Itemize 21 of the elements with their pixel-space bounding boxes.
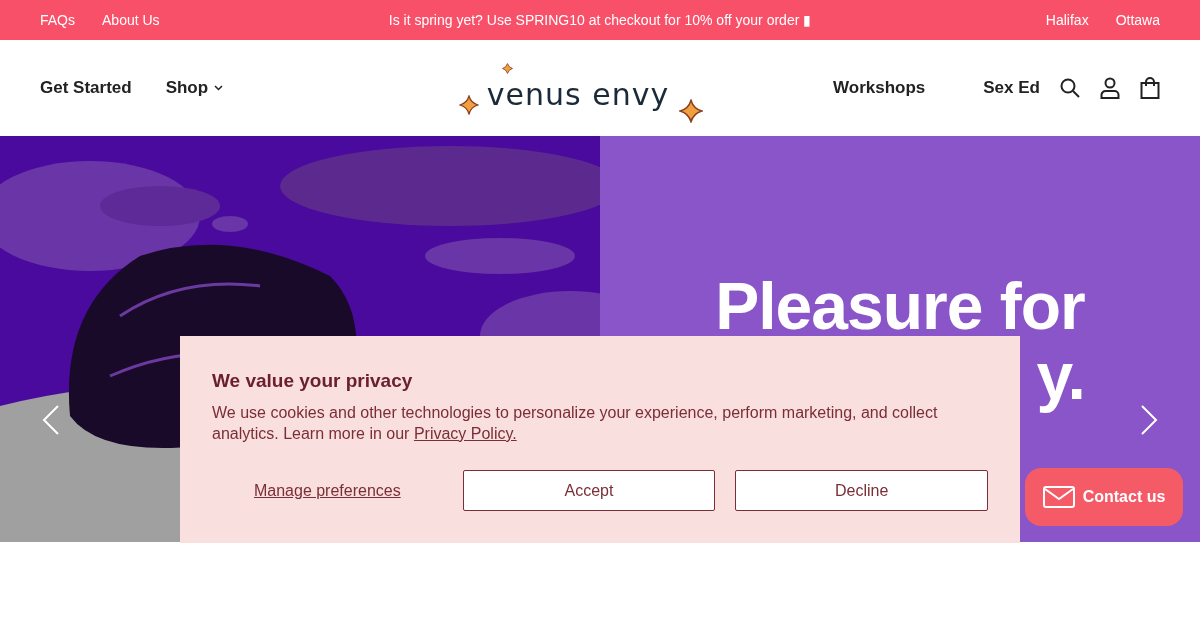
nav-link[interactable]: Sex Ed bbox=[983, 78, 1040, 98]
nav-link[interactable]: Workshops bbox=[833, 78, 926, 98]
account-icon[interactable] bbox=[1100, 77, 1120, 99]
bag-icon[interactable] bbox=[1140, 77, 1160, 99]
nav-link[interactable]: Shop bbox=[165, 78, 224, 98]
cookie-text: We use cookies and other technologies to personalize your experience, perform marketing, and collect analytics. Learn more in our Privacy Policy. bbox=[212, 403, 939, 444]
hero-headline: y. bbox=[1036, 338, 1085, 415]
nav-link[interactable]: Get Started bbox=[40, 78, 132, 98]
decline-button[interactable]: Decline bbox=[735, 470, 988, 511]
hero-headline: Pleasure for bbox=[715, 278, 1085, 334]
star-icon bbox=[679, 98, 704, 123]
promo-message: Is it spring yet? Use SPRING10 at checkout for 10% off your order ▮ bbox=[388, 12, 812, 28]
manage-preferences-link[interactable]: Manage preferences bbox=[212, 481, 443, 500]
star-icon bbox=[458, 94, 479, 115]
accept-button[interactable]: Accept bbox=[462, 470, 716, 511]
search-icon[interactable] bbox=[1060, 78, 1080, 98]
cookie-title: We value your privacy bbox=[212, 370, 414, 392]
star-icon bbox=[501, 62, 513, 74]
privacy-policy-link[interactable]: Privacy Policy. bbox=[413, 425, 517, 442]
logo[interactable]: venus envy bbox=[486, 76, 670, 112]
envelope-icon bbox=[1042, 486, 1075, 508]
